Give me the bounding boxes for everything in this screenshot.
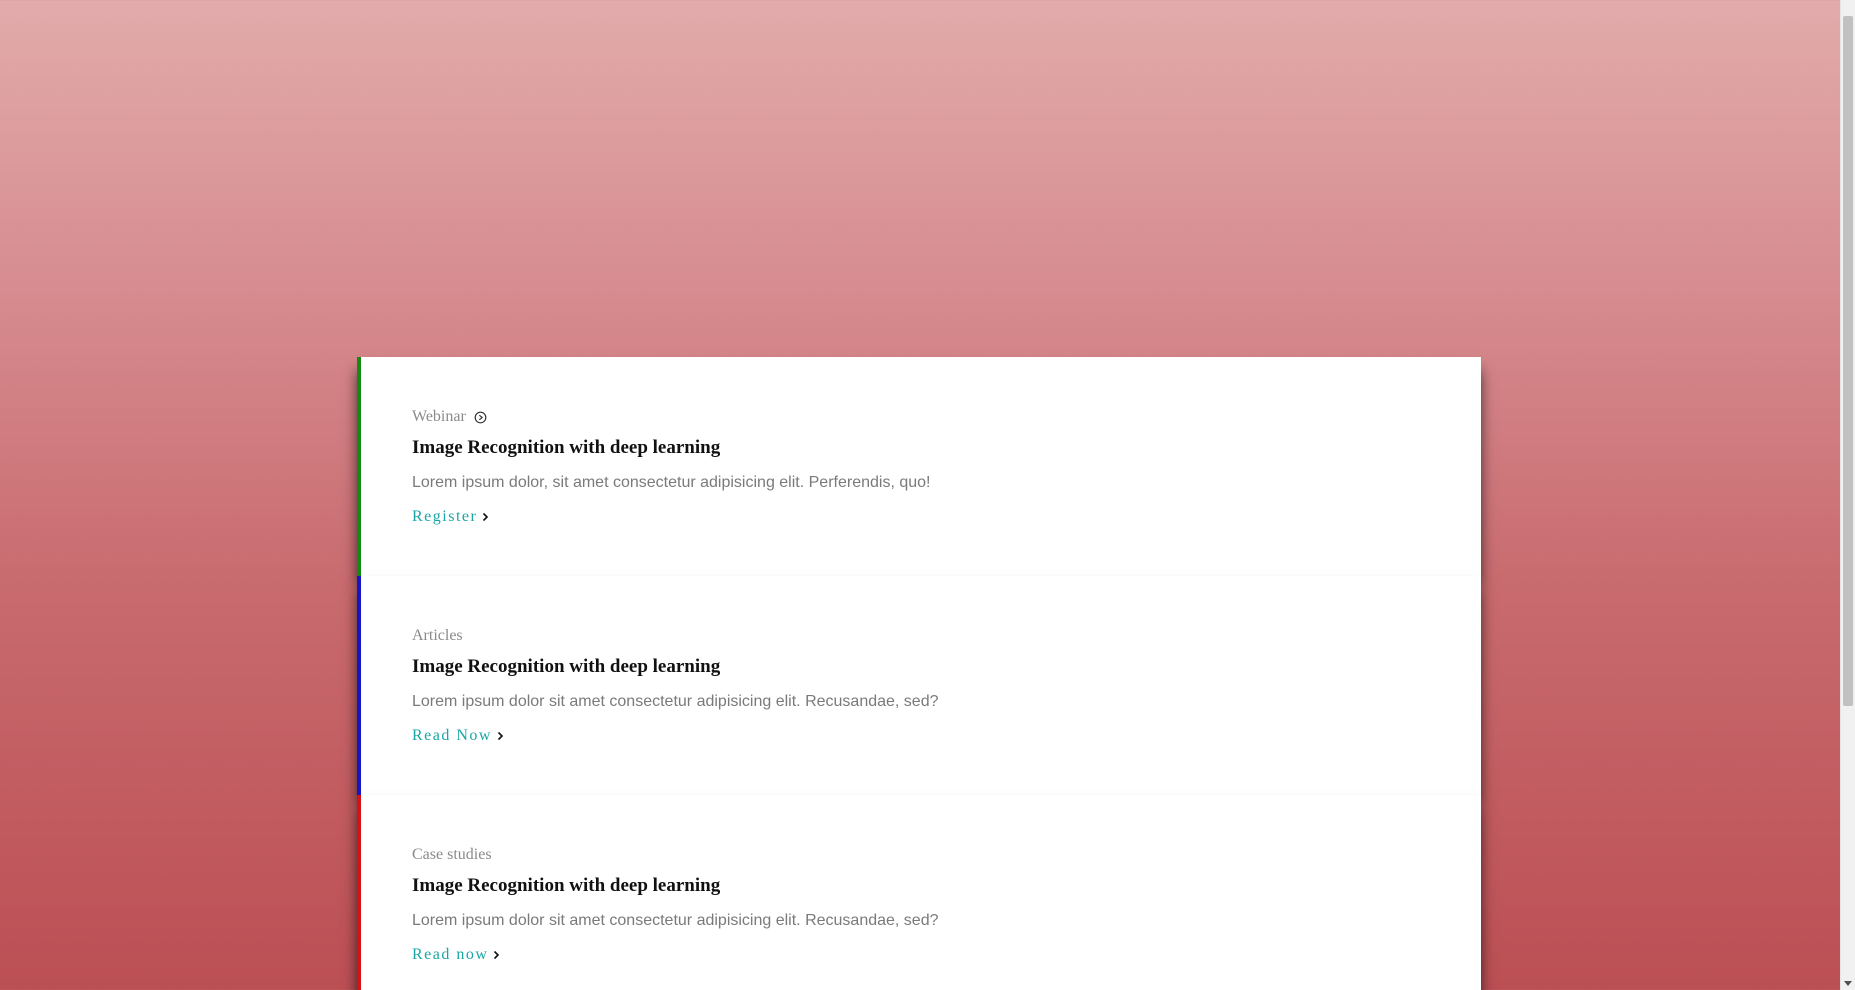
- read-now-link[interactable]: Read now: [412, 945, 500, 965]
- card-accent-bar: [357, 576, 361, 795]
- chevron-right-icon: [482, 512, 489, 522]
- scroll-down-arrow-icon[interactable]: [1844, 981, 1852, 986]
- vertical-scrollbar[interactable]: [1840, 0, 1855, 990]
- card-category: Articles: [412, 626, 1481, 646]
- card-articles: Articles Image Recognition with deep lea…: [357, 576, 1481, 795]
- play-circle-icon: [474, 411, 487, 424]
- card-category-label: Webinar: [412, 408, 466, 425]
- read-now-link-label: Read now: [412, 946, 489, 963]
- register-link[interactable]: Register: [412, 507, 489, 527]
- card-category-label: Case studies: [412, 846, 492, 863]
- card-description: Lorem ipsum dolor sit amet consectetur a…: [412, 912, 939, 929]
- card-description: Lorem ipsum dolor, sit amet consectetur …: [412, 474, 931, 491]
- chevron-right-icon: [497, 731, 504, 741]
- read-now-link-label: Read Now: [412, 727, 492, 744]
- scrollbar-thumb[interactable]: [1843, 16, 1853, 706]
- card-accent-bar: [357, 357, 361, 576]
- card-accent-bar: [357, 795, 361, 990]
- card-description: Lorem ipsum dolor sit amet consectetur a…: [412, 693, 939, 710]
- card-case-studies: Case studies Image Recognition with deep…: [357, 795, 1481, 990]
- card-category: Webinar: [412, 407, 1481, 427]
- card-webinar: Webinar Image Recognition with deep lear…: [357, 357, 1481, 576]
- card-category: Case studies: [412, 845, 1481, 865]
- card-title: Image Recognition with deep learning: [412, 437, 721, 458]
- card-title: Image Recognition with deep learning: [412, 656, 721, 677]
- card-category-label: Articles: [412, 627, 463, 644]
- card-title: Image Recognition with deep learning: [412, 875, 721, 896]
- card-list: Webinar Image Recognition with deep lear…: [357, 357, 1481, 990]
- read-now-link[interactable]: Read Now: [412, 726, 504, 746]
- register-link-label: Register: [412, 508, 478, 525]
- chevron-right-icon: [493, 950, 500, 960]
